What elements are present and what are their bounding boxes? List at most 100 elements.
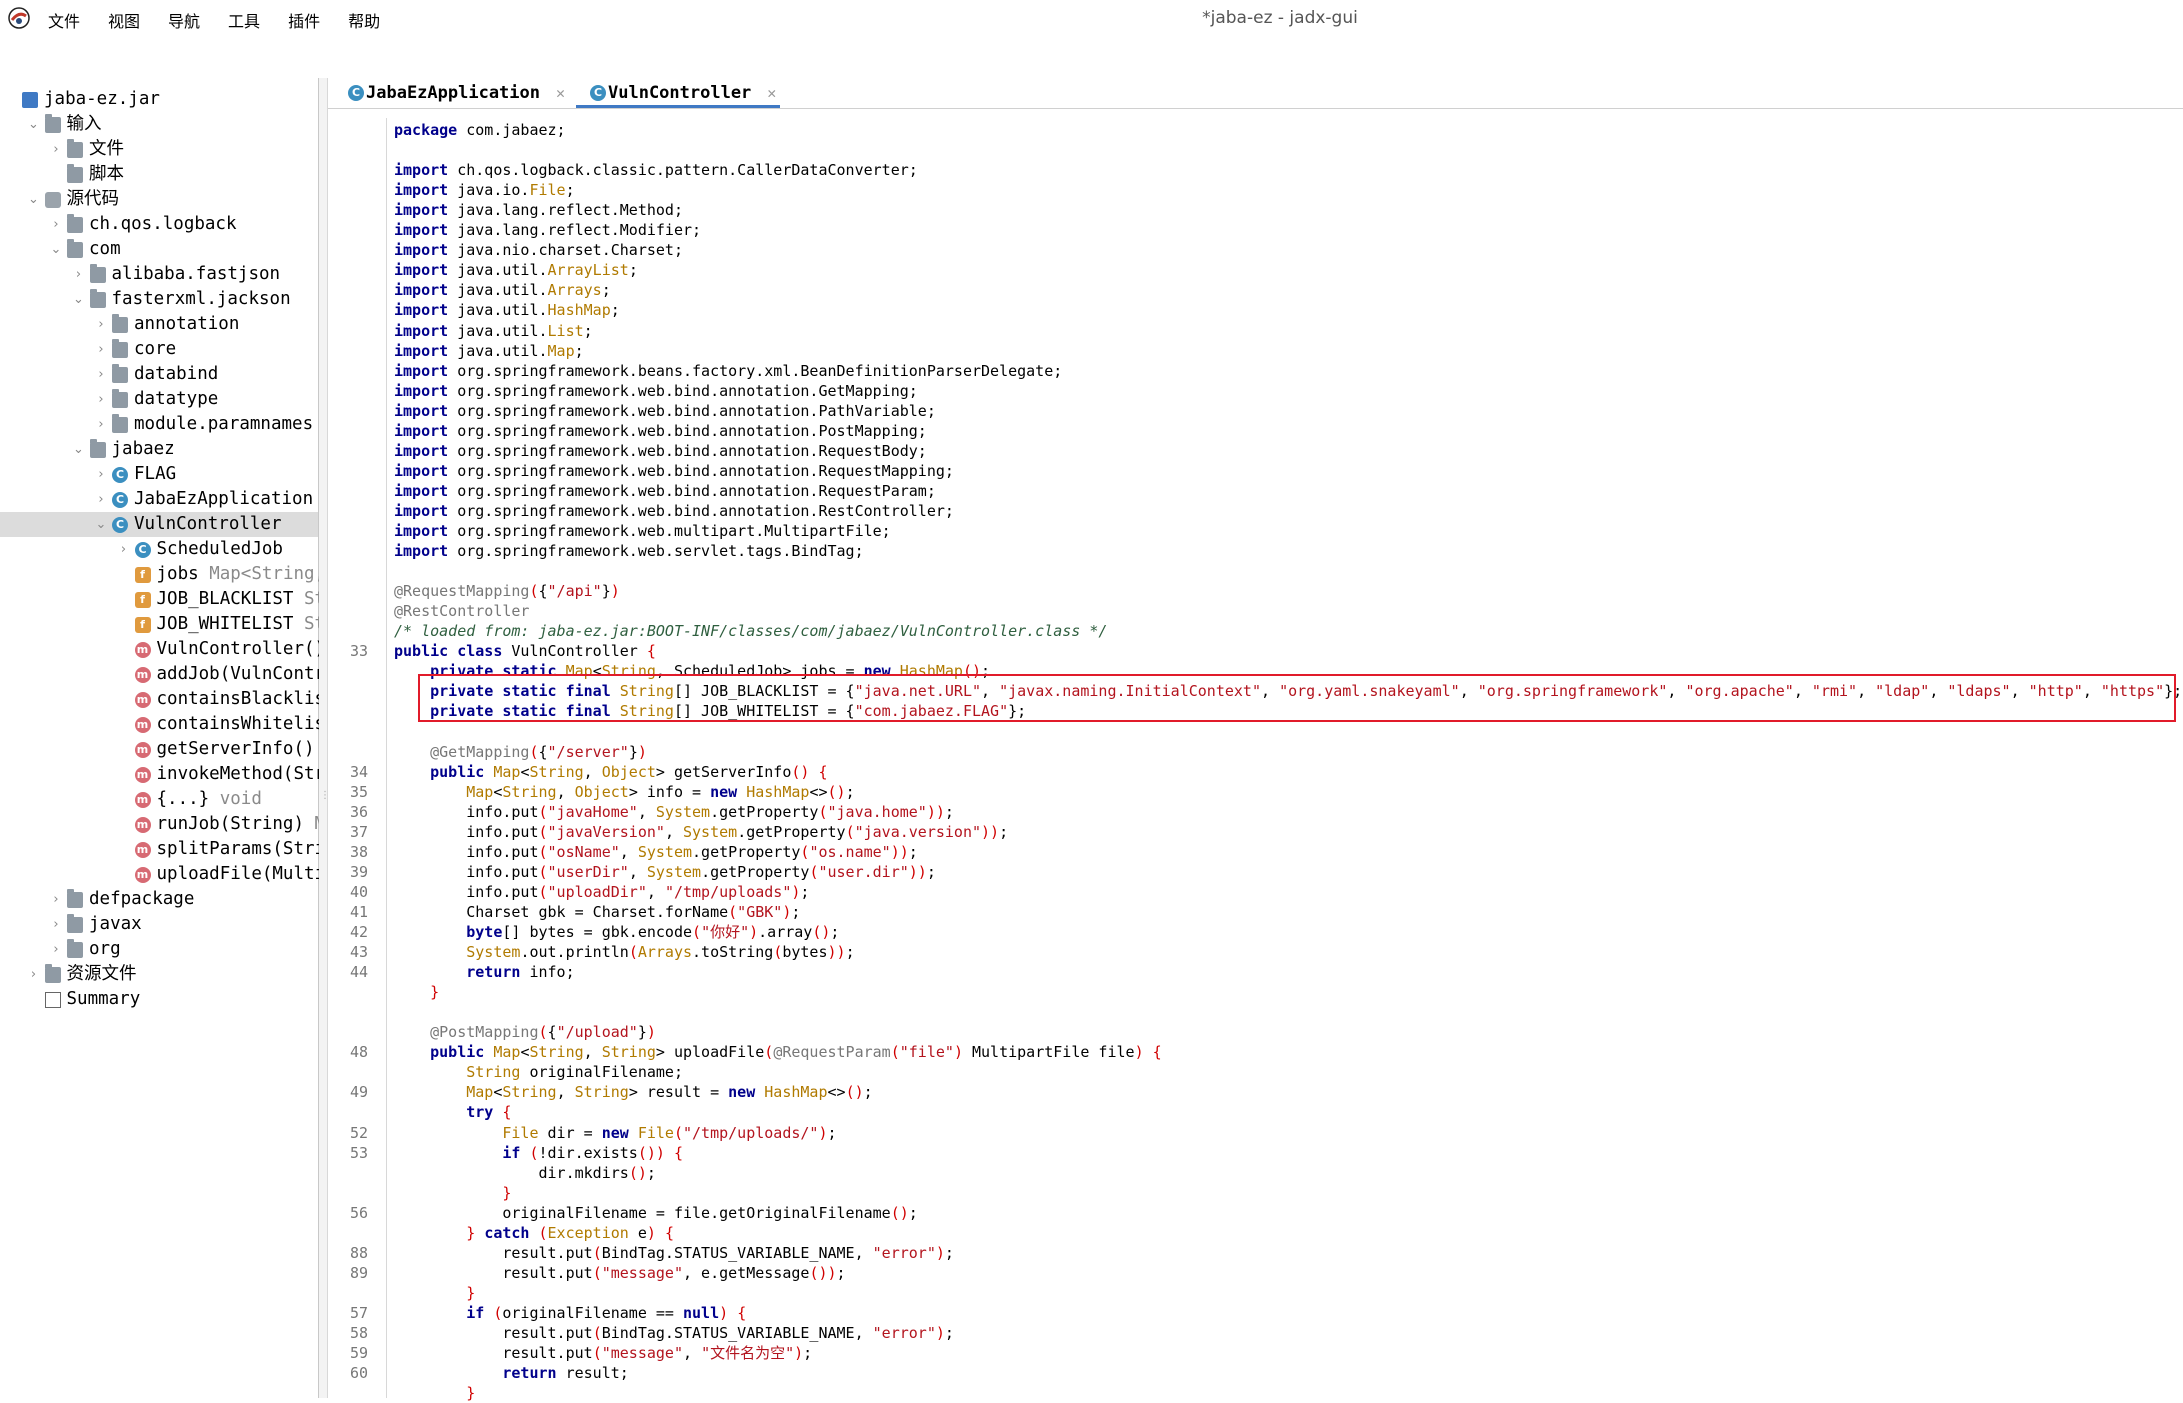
code-line[interactable]: return result;: [394, 1363, 628, 1383]
code-line[interactable]: package com.jabaez;: [394, 120, 566, 140]
code-line[interactable]: public Map<String, Object> getServerInfo…: [394, 762, 827, 782]
code-line[interactable]: import org.springframework.web.bind.anno…: [394, 501, 954, 521]
code-line[interactable]: }: [394, 1283, 475, 1303]
chevron-down-icon[interactable]: ⌄: [72, 437, 86, 462]
code-line[interactable]: import org.springframework.web.bind.anno…: [394, 421, 927, 441]
code-line[interactable]: dir.mkdirs();: [394, 1163, 655, 1183]
code-line[interactable]: @PostMapping({"/upload"}): [394, 1022, 656, 1042]
code-line[interactable]: info.put("javaHome", System.getProperty(…: [394, 802, 954, 822]
code-line[interactable]: import java.lang.reflect.Method;: [394, 200, 683, 220]
tree-item[interactable]: 脚本: [67, 162, 124, 187]
code-line[interactable]: originalFilename = file.getOriginalFilen…: [394, 1203, 917, 1223]
code-line[interactable]: info.put("osName", System.getProperty("o…: [394, 842, 918, 862]
code-line[interactable]: import org.springframework.web.multipart…: [394, 521, 891, 541]
tree-item[interactable]: m splitParams(Stri: [134, 837, 325, 862]
chevron-right-icon[interactable]: ›: [94, 387, 108, 412]
code-line[interactable]: String originalFilename;: [394, 1062, 683, 1082]
code-line[interactable]: } catch (Exception e) {: [394, 1223, 674, 1243]
tree-item[interactable]: m containsWhitelis: [134, 712, 325, 737]
code-line[interactable]: @RequestMapping({"/api"}): [394, 581, 620, 601]
chevron-down-icon[interactable]: ⌄: [94, 512, 108, 537]
code-line[interactable]: byte[] bytes = gbk.encode("你好").array();: [394, 922, 839, 942]
code-line[interactable]: import org.springframework.web.servlet.t…: [394, 541, 864, 561]
chevron-down-icon[interactable]: ⌄: [27, 112, 41, 137]
code-line[interactable]: import java.util.List;: [394, 321, 593, 341]
code-line[interactable]: import org.springframework.web.bind.anno…: [394, 401, 936, 421]
tree-item[interactable]: C ScheduledJob: [134, 537, 283, 562]
code-line[interactable]: }: [394, 1183, 511, 1203]
tree-item[interactable]: Summary: [44, 987, 140, 1012]
code-line[interactable]: info.put("userDir", System.getProperty("…: [394, 862, 936, 882]
code-line[interactable]: result.put(BindTag.STATUS_VARIABLE_NAME,…: [394, 1243, 954, 1263]
chevron-right-icon[interactable]: ›: [94, 487, 108, 512]
code-line[interactable]: result.put("message", e.getMessage());: [394, 1263, 845, 1283]
tree-item[interactable]: m addJob(VulnContr: [134, 662, 325, 687]
code-line[interactable]: info.put("uploadDir", "/tmp/uploads");: [394, 882, 809, 902]
chevron-down-icon[interactable]: ⌄: [49, 237, 63, 262]
split-pane-divider[interactable]: [319, 78, 328, 1398]
code-line[interactable]: /* loaded from: jaba-ez.jar:BOOT-INF/cla…: [394, 621, 1107, 641]
tree-item[interactable]: javax: [67, 912, 142, 937]
tree-item[interactable]: 文件: [67, 137, 124, 162]
tree-item[interactable]: databind: [112, 362, 218, 387]
project-tree[interactable]: jaba-ez.jar ⌄ 输入 › 文件 脚本 ⌄ 源代码 › ch.qos.logback ⌄ c…: [0, 78, 325, 1398]
chevron-right-icon[interactable]: ›: [94, 412, 108, 437]
chevron-right-icon[interactable]: ›: [49, 212, 63, 237]
chevron-right-icon[interactable]: ›: [94, 462, 108, 487]
tree-item[interactable]: annotation: [112, 312, 239, 337]
chevron-right-icon[interactable]: ›: [49, 937, 63, 962]
code-line[interactable]: @RestController: [394, 601, 529, 621]
code-line[interactable]: }: [394, 982, 439, 1002]
tree-item[interactable]: datatype: [112, 387, 218, 412]
code-line[interactable]: import java.util.HashMap;: [394, 300, 620, 320]
code-line[interactable]: File dir = new File("/tmp/uploads/");: [394, 1123, 836, 1143]
code-line[interactable]: import org.springframework.web.bind.anno…: [394, 381, 918, 401]
code-line[interactable]: return info;: [394, 962, 574, 982]
code-line[interactable]: import java.util.Map;: [394, 341, 584, 361]
code-line[interactable]: Map<String, String> result = new HashMap…: [394, 1082, 872, 1102]
tree-item[interactable]: C JabaEzApplication: [112, 487, 313, 512]
tree-item[interactable]: m uploadFile(Multi: [134, 862, 325, 887]
chevron-right-icon[interactable]: ›: [72, 262, 86, 287]
tree-item[interactable]: org: [67, 937, 121, 962]
chevron-right-icon[interactable]: ›: [49, 912, 63, 937]
tree-item[interactable]: m {...} void: [134, 787, 262, 812]
chevron-right-icon[interactable]: ›: [94, 337, 108, 362]
tree-item[interactable]: 源代码: [44, 187, 119, 212]
code-line[interactable]: Map<String, Object> info = new HashMap<>…: [394, 782, 854, 802]
close-icon[interactable]: ✕: [556, 84, 565, 102]
code-line[interactable]: result.put("message", "文件名为空");: [394, 1343, 812, 1363]
tree-item[interactable]: jabaez: [89, 437, 175, 462]
tree-item[interactable]: jaba-ez.jar: [22, 87, 160, 112]
chevron-right-icon[interactable]: ›: [117, 537, 131, 562]
code-line[interactable]: import org.springframework.web.bind.anno…: [394, 441, 927, 461]
tree-item[interactable]: m VulnController(): [134, 637, 325, 662]
tree-item[interactable]: m invokeMethod(Str: [134, 762, 325, 787]
chevron-down-icon[interactable]: ⌄: [27, 187, 41, 212]
code-line[interactable]: @GetMapping({"/server"}): [394, 742, 647, 762]
tree-item[interactable]: alibaba.fastjson: [89, 262, 280, 287]
code-line[interactable]: result.put(BindTag.STATUS_VARIABLE_NAME,…: [394, 1323, 954, 1343]
tree-item[interactable]: f JOB_WHITELIST St: [134, 612, 325, 637]
tree-item[interactable]: module.paramnames: [112, 412, 313, 437]
tree-item[interactable]: m runJob(String) M: [134, 812, 325, 837]
code-line[interactable]: import java.nio.charset.Charset;: [394, 240, 683, 260]
tab-jabaezapplication[interactable]: C JabaEzApplication ✕: [334, 78, 566, 108]
tree-item[interactable]: C FLAG: [112, 462, 176, 487]
code-line[interactable]: import java.util.ArrayList;: [394, 260, 638, 280]
code-line[interactable]: }: [394, 1383, 475, 1403]
tree-item[interactable]: f JOB_BLACKLIST St: [134, 587, 325, 612]
tab-vulncontroller[interactable]: C VulnController ✕: [576, 78, 786, 108]
tree-item[interactable]: f jobs Map<String,: [134, 562, 325, 587]
chevron-down-icon[interactable]: ⌄: [72, 287, 86, 312]
chevron-right-icon[interactable]: ›: [94, 312, 108, 337]
code-line[interactable]: Charset gbk = Charset.forName("GBK");: [394, 902, 800, 922]
tree-item[interactable]: ch.qos.logback: [67, 212, 237, 237]
code-line[interactable]: import java.lang.reflect.Modifier;: [394, 220, 701, 240]
code-line[interactable]: info.put("javaVersion", System.getProper…: [394, 822, 1008, 842]
chevron-right-icon[interactable]: ›: [49, 887, 63, 912]
code-line[interactable]: public Map<String, String> uploadFile(@R…: [394, 1042, 1162, 1062]
tree-item[interactable]: defpackage: [67, 887, 194, 912]
chevron-right-icon[interactable]: ›: [94, 362, 108, 387]
tree-item[interactable]: m containsBlacklis: [134, 687, 325, 712]
